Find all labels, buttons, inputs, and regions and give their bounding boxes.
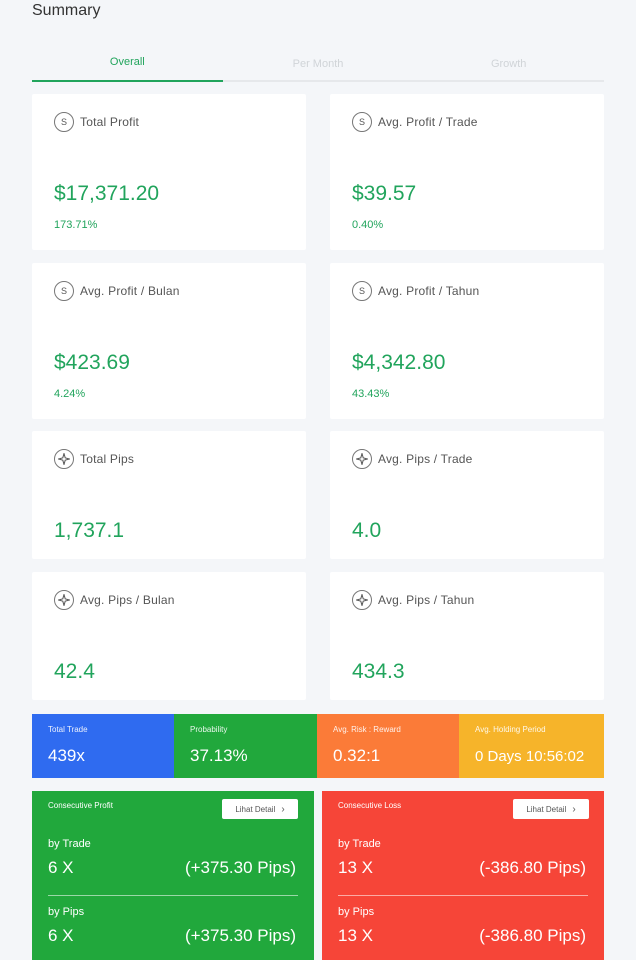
consecutive-loss-panel: Consecutive Loss Lihat Detail › by Trade… [322, 791, 604, 960]
lihat-detail-button[interactable]: Lihat Detail › [222, 799, 298, 819]
stat-value: 37.13% [190, 746, 248, 765]
by-trade-pips: (+375.30 Pips) [184, 858, 296, 877]
by-pips-pips: (-386.80 Pips) [479, 926, 586, 945]
stat-risk-reward: Avg. Risk : Reward 0.32:1 [317, 714, 459, 778]
card-label: Total Pips [80, 452, 135, 466]
card-value: $39.57 [352, 182, 417, 205]
card-value: $423.69 [54, 351, 130, 374]
card-percent: 43.43% [352, 388, 390, 400]
tab-growth[interactable]: Growth [413, 52, 604, 80]
consecutive-profit-panel: Consecutive Profit Lihat Detail › by Tra… [32, 791, 314, 960]
by-trade-label: by Trade [338, 838, 381, 850]
dollar-icon: S [54, 281, 74, 301]
button-label: Lihat Detail [235, 804, 276, 814]
dollar-icon: S [54, 112, 74, 132]
sparkle-icon [352, 449, 372, 469]
tab-overall[interactable]: Overall [32, 52, 223, 82]
card-value: 434.3 [352, 660, 405, 683]
card-total-pips: Total Pips 1,737.1 [32, 431, 306, 559]
card-avg-pips-trade: Avg. Pips / Trade 4.0 [330, 431, 604, 559]
card-total-profit: S Total Profit $17,371.20 173.71% [32, 94, 306, 250]
card-label: Total Profit [80, 115, 140, 129]
sparkle-icon [54, 449, 74, 469]
by-pips-label: by Pips [338, 906, 375, 918]
card-label: Avg. Profit / Tahun [378, 284, 480, 298]
panel-title: Consecutive Loss [338, 801, 402, 810]
stat-probability: Probability 37.13% [174, 714, 317, 778]
card-value: $17,371.20 [54, 182, 160, 205]
stat-label: Total Trade [48, 725, 88, 734]
button-label: Lihat Detail [526, 804, 567, 814]
card-label: Avg. Pips / Bulan [80, 593, 175, 607]
card-label: Avg. Profit / Trade [378, 115, 478, 129]
stat-value: 0.32:1 [333, 746, 381, 765]
card-label: Avg. Pips / Trade [378, 452, 473, 466]
dollar-icon: S [352, 281, 372, 301]
sparkle-icon [352, 590, 372, 610]
stat-value: 439x [48, 746, 85, 765]
stat-label: Probability [190, 725, 228, 734]
card-percent: 0.40% [352, 219, 384, 231]
card-avg-profit-bulan: S Avg. Profit / Bulan $423.69 4.24% [32, 263, 306, 419]
dollar-icon: S [352, 112, 372, 132]
by-pips-count: 6 X [48, 926, 74, 945]
by-trade-count: 6 X [48, 858, 74, 877]
tab-bar: Overall Per Month Growth [32, 52, 604, 82]
stat-label: Avg. Holding Period [475, 725, 546, 734]
sparkle-icon [54, 590, 74, 610]
stat-label: Avg. Risk : Reward [333, 725, 401, 734]
chevron-right-icon: › [572, 803, 576, 815]
panel-title: Consecutive Profit [48, 801, 113, 810]
by-trade-pips: (-386.80 Pips) [479, 858, 586, 877]
card-avg-profit-tahun: S Avg. Profit / Tahun $4,342.80 43.43% [330, 263, 604, 419]
card-percent: 4.24% [54, 388, 86, 400]
card-value: 1,737.1 [54, 519, 125, 542]
card-avg-pips-tahun: Avg. Pips / Tahun 434.3 [330, 572, 604, 700]
page-title: Summary [32, 2, 101, 19]
stat-value: 0 Days 10:56:02 [475, 748, 585, 765]
card-label: Avg. Profit / Bulan [80, 284, 180, 298]
tab-per-month[interactable]: Per Month [223, 52, 414, 80]
chevron-right-icon: › [281, 803, 285, 815]
by-trade-label: by Trade [48, 838, 91, 850]
card-percent: 173.71% [54, 219, 98, 231]
stat-total-trade: Total Trade 439x [32, 714, 174, 778]
card-value: 4.0 [352, 519, 382, 542]
divider [338, 895, 588, 896]
stat-holding-period: Avg. Holding Period 0 Days 10:56:02 [459, 714, 604, 778]
card-avg-profit-trade: S Avg. Profit / Trade $39.57 0.40% [330, 94, 604, 250]
card-avg-pips-bulan: Avg. Pips / Bulan 42.4 [32, 572, 306, 700]
lihat-detail-button[interactable]: Lihat Detail › [513, 799, 589, 819]
card-value: $4,342.80 [352, 351, 446, 374]
by-trade-count: 13 X [338, 858, 373, 877]
card-value: 42.4 [54, 660, 95, 683]
divider [48, 895, 298, 896]
by-pips-pips: (+375.30 Pips) [184, 926, 296, 945]
card-label: Avg. Pips / Tahun [378, 593, 475, 607]
by-pips-label: by Pips [48, 906, 85, 918]
by-pips-count: 13 X [338, 926, 373, 945]
